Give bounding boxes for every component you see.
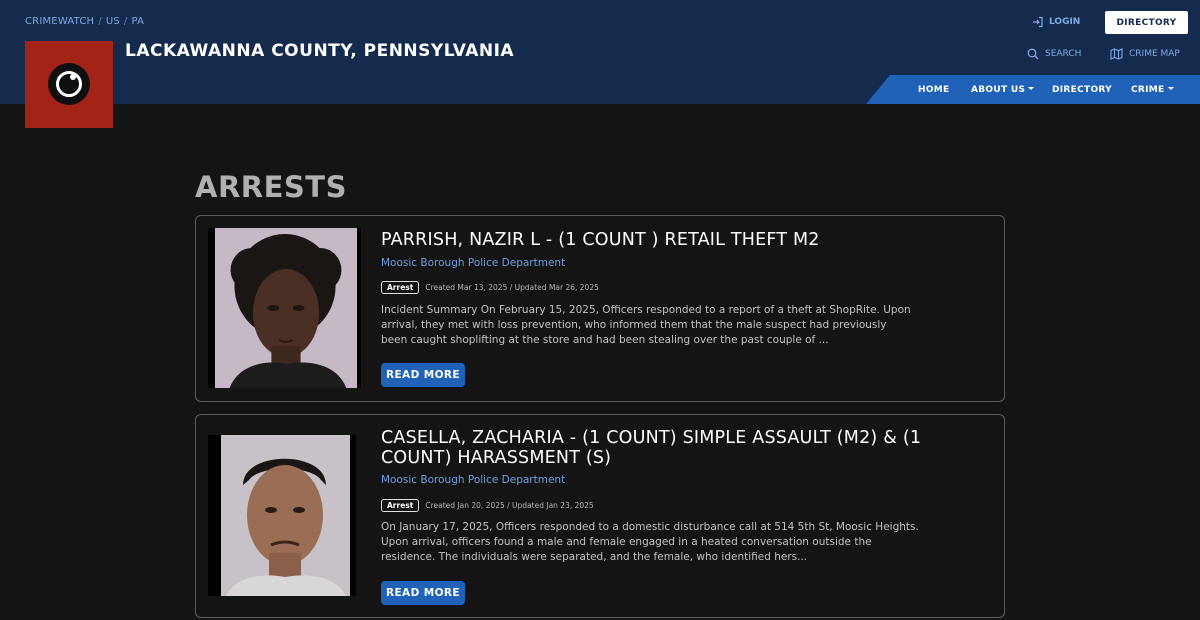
department-link[interactable]: Moosic Borough Police Department bbox=[381, 257, 565, 269]
crime-map-link[interactable]: CRIME MAP bbox=[1110, 48, 1180, 60]
nav-item-crime[interactable]: CRIME bbox=[1131, 85, 1174, 95]
department-link[interactable]: Moosic Borough Police Department bbox=[381, 474, 565, 486]
arrest-badge: Arrest bbox=[381, 281, 420, 294]
mugshot-figure bbox=[226, 458, 346, 596]
site-title[interactable]: LACKAWANNA COUNTY, PENNSYLVANIA bbox=[125, 41, 514, 61]
arrest-card: CASELLA, ZACHARIA - (1 COUNT) SIMPLE ASS… bbox=[195, 414, 1005, 618]
site-header: CRIMEWATCH / US / PA LACKAWANNA COUNTY, PENN… bbox=[0, 0, 1200, 104]
main-nav: HOME ABOUT US DIRECTORY CRIME bbox=[866, 75, 1200, 104]
breadcrumb: CRIMEWATCH / US / PA bbox=[25, 16, 144, 27]
nav-item-directory[interactable]: DIRECTORY bbox=[1052, 85, 1112, 95]
page-title: ARRESTS bbox=[195, 170, 347, 204]
map-icon bbox=[1110, 48, 1123, 60]
crimewatch-logo-icon bbox=[48, 63, 90, 105]
search-icon bbox=[1027, 48, 1039, 60]
read-more-button[interactable]: READ MORE bbox=[381, 363, 465, 387]
nav-item-label: DIRECTORY bbox=[1052, 85, 1112, 95]
arrest-summary: On January 17, 2025, Officers responded … bbox=[381, 521, 919, 563]
arrest-dates: Created Mar 13, 2025 / Updated Mar 26, 2… bbox=[425, 283, 599, 292]
mugshot-photo[interactable] bbox=[208, 435, 356, 596]
breadcrumb-pa[interactable]: PA bbox=[132, 16, 145, 27]
nav-item-home[interactable]: HOME bbox=[918, 85, 950, 95]
mugshot-image bbox=[221, 435, 350, 596]
search-link[interactable]: SEARCH bbox=[1027, 48, 1081, 60]
mugshot-image bbox=[215, 228, 357, 388]
search-label: SEARCH bbox=[1045, 49, 1082, 59]
directory-button[interactable]: DIRECTORY bbox=[1105, 11, 1188, 34]
login-icon bbox=[1033, 16, 1043, 28]
mugshot-photo[interactable] bbox=[208, 228, 361, 388]
login-label: LOGIN bbox=[1049, 17, 1081, 27]
nav-item-about-us[interactable]: ABOUT US bbox=[971, 85, 1035, 95]
arrest-title[interactable]: PARRISH, NAZIR L - (1 COUNT ) RETAIL THE… bbox=[381, 230, 941, 250]
breadcrumb-separator: / bbox=[98, 16, 102, 27]
caret-down-icon bbox=[1167, 87, 1174, 90]
read-more-button[interactable]: READ MORE bbox=[381, 581, 465, 605]
crime-map-label: CRIME MAP bbox=[1129, 49, 1180, 59]
arrest-card: PARRISH, NAZIR L - (1 COUNT ) RETAIL THE… bbox=[195, 215, 1005, 402]
nav-item-label: HOME bbox=[918, 85, 950, 95]
mugshot-figure bbox=[229, 234, 347, 388]
arrest-badge: Arrest bbox=[381, 499, 420, 512]
arrest-meta: Arrest Created Mar 13, 2025 / Updated Ma… bbox=[381, 281, 599, 294]
agency-logo[interactable] bbox=[25, 41, 113, 128]
breadcrumb-separator: / bbox=[123, 16, 128, 27]
caret-down-icon bbox=[1028, 87, 1035, 90]
nav-item-label: ABOUT US bbox=[971, 85, 1026, 95]
arrest-dates: Created Jan 20, 2025 / Updated Jan 23, 2… bbox=[425, 501, 594, 510]
breadcrumb-us[interactable]: US bbox=[106, 16, 120, 27]
arrest-title[interactable]: CASELLA, ZACHARIA - (1 COUNT) SIMPLE ASS… bbox=[381, 428, 941, 468]
login-link[interactable]: LOGIN bbox=[1032, 16, 1080, 28]
arrest-summary: Incident Summary On February 15, 2025, O… bbox=[381, 304, 911, 346]
nav-item-label: CRIME bbox=[1131, 85, 1165, 95]
breadcrumb-crimewatch[interactable]: CRIMEWATCH bbox=[25, 16, 94, 27]
arrest-meta: Arrest Created Jan 20, 2025 / Updated Ja… bbox=[381, 499, 594, 512]
